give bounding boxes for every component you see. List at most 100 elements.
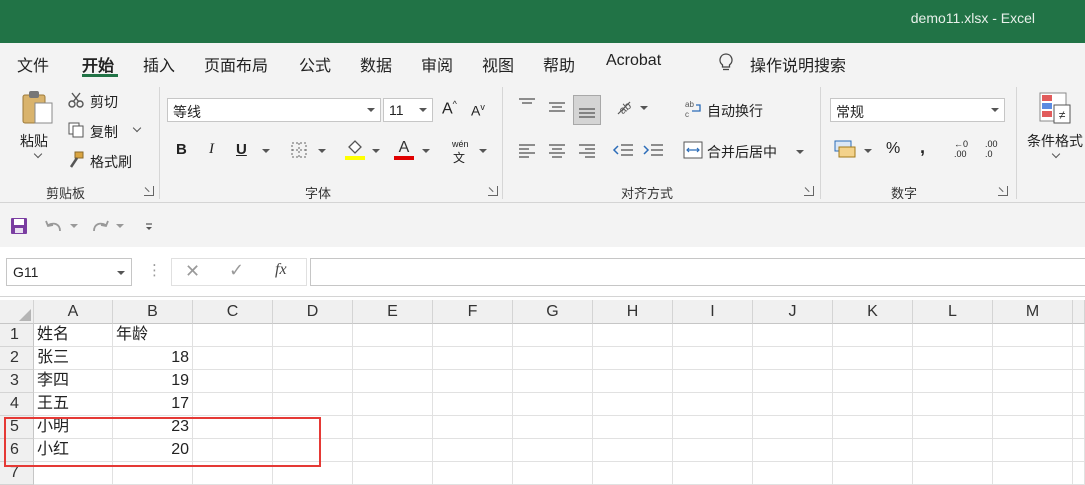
accounting-format-icon[interactable] [834, 139, 858, 159]
italic-button[interactable]: I [209, 141, 214, 158]
alignment-dialog-launcher-icon[interactable] [804, 186, 814, 196]
column-header-i[interactable]: I [673, 300, 753, 324]
cell[interactable] [913, 324, 993, 347]
row-header[interactable]: 4 [0, 393, 34, 416]
cell[interactable] [1073, 393, 1085, 416]
cell[interactable]: 王五 [34, 393, 113, 416]
select-all-corner[interactable] [0, 300, 34, 324]
column-header-e[interactable]: E [353, 300, 433, 324]
cell[interactable] [753, 416, 833, 439]
name-box[interactable]: G11 [6, 258, 132, 286]
cell[interactable] [753, 370, 833, 393]
cell[interactable] [513, 324, 593, 347]
tab-home[interactable]: 开始 [82, 52, 114, 76]
cell[interactable] [833, 462, 913, 485]
cell[interactable]: 李四 [34, 370, 113, 393]
conditional-formatting-dropdown-icon[interactable] [1051, 149, 1061, 159]
cell[interactable] [993, 416, 1073, 439]
cell[interactable] [273, 370, 353, 393]
cell[interactable] [353, 347, 433, 370]
column-header-f[interactable]: F [433, 300, 513, 324]
cell[interactable] [673, 416, 753, 439]
undo-dropdown-icon[interactable] [70, 224, 78, 228]
phonetic-dropdown-icon[interactable] [479, 149, 487, 153]
cell[interactable] [593, 462, 673, 485]
column-header-a[interactable]: A [34, 300, 113, 324]
cell[interactable] [433, 439, 513, 462]
cell[interactable] [1073, 462, 1085, 485]
number-dialog-launcher-icon[interactable] [998, 186, 1008, 196]
tab-review[interactable]: 审阅 [421, 52, 453, 76]
cell[interactable] [833, 347, 913, 370]
column-header-d[interactable]: D [273, 300, 353, 324]
cell[interactable] [673, 439, 753, 462]
merge-center-dropdown-icon[interactable] [796, 150, 804, 154]
cell[interactable] [593, 347, 673, 370]
tab-acrobat[interactable]: Acrobat [606, 52, 661, 70]
align-middle-icon[interactable] [546, 99, 568, 115]
conditional-formatting-icon[interactable]: ≠ [1038, 91, 1074, 127]
cell[interactable] [993, 370, 1073, 393]
column-header-c[interactable]: C [193, 300, 273, 324]
cell[interactable] [1073, 324, 1085, 347]
cell[interactable] [353, 324, 433, 347]
merge-center-icon[interactable] [683, 141, 703, 159]
font-color-dropdown-icon[interactable] [422, 149, 430, 153]
align-right-icon[interactable] [576, 141, 598, 159]
cell[interactable] [833, 370, 913, 393]
cell[interactable] [913, 370, 993, 393]
insert-function-button[interactable]: fx [275, 261, 287, 279]
cell[interactable] [753, 347, 833, 370]
undo-icon[interactable] [44, 217, 64, 235]
paste-dropdown-icon[interactable] [33, 149, 43, 159]
scissors-icon[interactable] [67, 91, 85, 109]
cell[interactable] [993, 462, 1073, 485]
accounting-dropdown-icon[interactable] [864, 149, 872, 153]
underline-button[interactable]: U [236, 141, 247, 158]
cell[interactable] [673, 347, 753, 370]
tab-formulas[interactable]: 公式 [299, 52, 331, 76]
cell[interactable] [753, 439, 833, 462]
cell[interactable] [353, 462, 433, 485]
cell[interactable] [433, 324, 513, 347]
align-left-icon[interactable] [516, 141, 538, 159]
format-painter-button[interactable]: 格式刷 [90, 152, 132, 172]
cell[interactable] [673, 370, 753, 393]
tab-help[interactable]: 帮助 [543, 52, 575, 76]
column-header-m[interactable]: M [993, 300, 1073, 324]
cell[interactable] [273, 393, 353, 416]
cell[interactable] [193, 324, 273, 347]
comma-style-button[interactable]: , [920, 137, 925, 158]
decrease-indent-icon[interactable] [612, 141, 634, 159]
column-header-l[interactable]: L [913, 300, 993, 324]
cell[interactable] [433, 347, 513, 370]
decrease-decimal-button[interactable]: .00 [985, 139, 998, 149]
percent-style-button[interactable]: % [886, 140, 900, 158]
cell[interactable] [753, 393, 833, 416]
copy-dropdown-icon[interactable] [132, 123, 142, 133]
cell[interactable] [193, 393, 273, 416]
format-painter-icon[interactable] [67, 151, 85, 169]
cell[interactable] [513, 347, 593, 370]
font-name-select[interactable]: 等线 [167, 98, 381, 122]
orientation-dropdown-icon[interactable] [640, 106, 648, 110]
copy-icon[interactable] [67, 121, 85, 139]
redo-dropdown-icon[interactable] [116, 224, 124, 228]
cell[interactable] [433, 416, 513, 439]
tab-file[interactable]: 文件 [17, 52, 49, 76]
decrease-font-size-icon[interactable]: Av [471, 102, 485, 119]
cell[interactable] [1073, 347, 1085, 370]
enter-check-icon[interactable]: ✓ [229, 260, 244, 281]
row-header[interactable]: 1 [0, 324, 34, 347]
align-top-icon[interactable] [516, 97, 538, 113]
cell[interactable] [593, 324, 673, 347]
cell[interactable] [753, 462, 833, 485]
cell[interactable] [353, 416, 433, 439]
number-format-select[interactable]: 常规 [830, 98, 1005, 122]
cell[interactable] [1073, 416, 1085, 439]
merge-center-button[interactable]: 合并后居中 [707, 142, 777, 162]
row-header[interactable]: 2 [0, 347, 34, 370]
increase-indent-icon[interactable] [642, 141, 664, 159]
underline-dropdown-icon[interactable] [262, 149, 270, 153]
clipboard-dialog-launcher-icon[interactable] [144, 186, 154, 196]
